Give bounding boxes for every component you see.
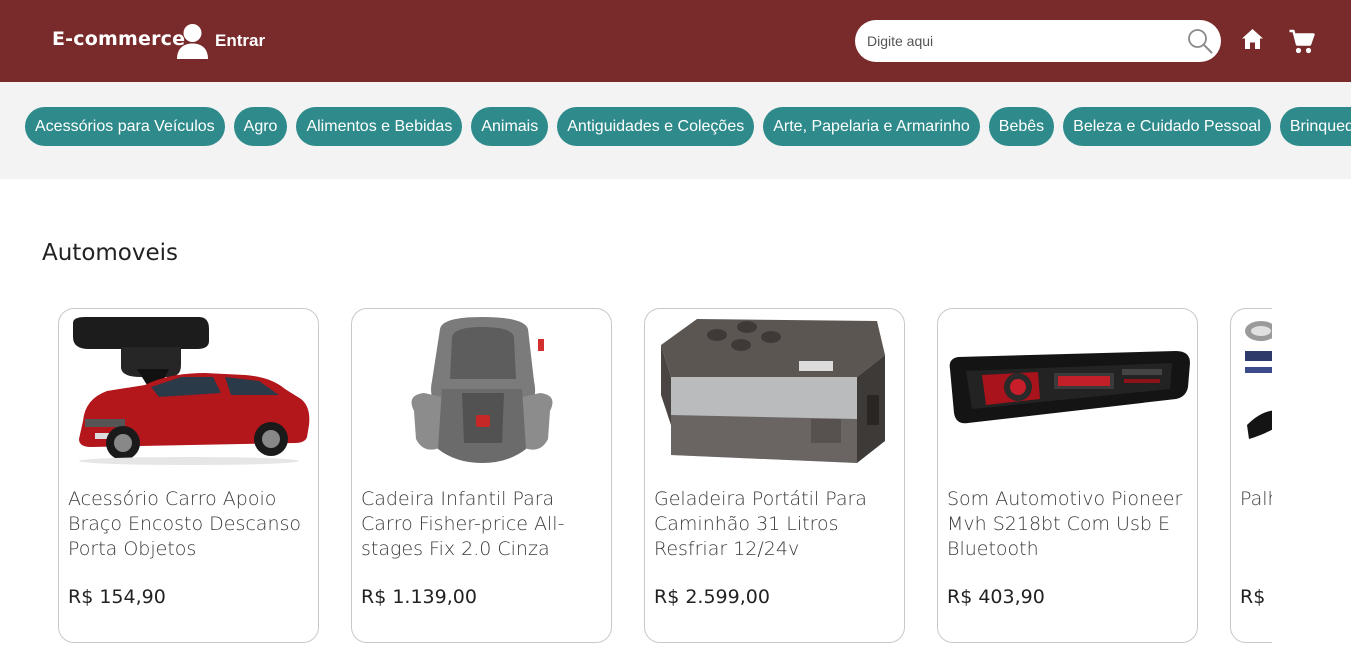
- product-carousel[interactable]: Acessório Carro Apoio Braço Encosto Desc…: [58, 308, 1272, 657]
- car-stereo-image: [949, 351, 1190, 424]
- product-price: R$ 1.139,00: [361, 586, 477, 608]
- category-chip-antiguidades[interactable]: Antiguidades e Coleções: [557, 107, 755, 146]
- category-chip-veiculos[interactable]: Acessórios para Veículos: [25, 107, 225, 146]
- category-chip-brinquedos[interactable]: Brinquedos e Hobbies: [1279, 107, 1351, 146]
- child-car-seat-image: [411, 317, 553, 463]
- category-chip-agro[interactable]: Agro: [233, 107, 288, 146]
- product-title: Cadeira Infantil Para Carro Fisher-price…: [361, 488, 565, 560]
- portable-fridge-image: [661, 319, 885, 463]
- section-title: Automoveis: [42, 240, 179, 266]
- category-chip-alimentos[interactable]: Alimentos e Bebidas: [296, 107, 463, 146]
- category-chip-beleza[interactable]: Beleza e Cuidado Pessoal: [1063, 107, 1271, 146]
- category-bar: Acessórios para Veículos Agro Alimentos …: [0, 82, 1351, 179]
- product-title: Acessório Carro Apoio Braço Encosto Desc…: [68, 488, 302, 560]
- wiper-blade-image: [1245, 321, 1272, 439]
- product-price: R$ 403,90: [947, 586, 1045, 608]
- category-chip-arte[interactable]: Arte, Papelaria e Armarinho: [763, 107, 980, 146]
- product-card[interactable]: Acessório Carro Apoio Braço Encosto Desc…: [58, 308, 319, 643]
- login-label: Entrar: [215, 31, 266, 50]
- brand-logo-text[interactable]: E-commerce: [52, 28, 185, 50]
- product-card[interactable]: Cadeira Infantil Para Carro Fisher-price…: [351, 308, 612, 643]
- search-icon[interactable]: [1187, 28, 1213, 54]
- car-armrest-image: [73, 317, 310, 465]
- search-input[interactable]: [865, 20, 1183, 62]
- product-card[interactable]: Palh Para Aer R$ 7: [1230, 308, 1272, 643]
- cart-icon[interactable]: [1289, 29, 1315, 54]
- product-title: Som Automotivo Pioneer Mvh S218bt Com Us…: [947, 488, 1183, 560]
- product-title: Geladeira Portátil Para Caminhão 31 Litr…: [654, 488, 867, 560]
- product-title: Palh Para Aer: [1240, 488, 1272, 510]
- login-link[interactable]: Entrar: [176, 22, 265, 60]
- product-card[interactable]: Som Automotivo Pioneer Mvh S218bt Com Us…: [937, 308, 1198, 643]
- home-icon[interactable]: [1241, 28, 1264, 50]
- search-box: [855, 20, 1221, 62]
- product-price: R$ 154,90: [68, 586, 166, 608]
- category-chip-list: Acessórios para Veículos Agro Alimentos …: [25, 107, 1351, 146]
- category-chip-animais[interactable]: Animais: [471, 107, 549, 146]
- product-track: Acessório Carro Apoio Braço Encosto Desc…: [58, 308, 1272, 643]
- product-price: R$ 2.599,00: [654, 586, 770, 608]
- product-price: R$ 7: [1240, 586, 1272, 608]
- product-card[interactable]: Geladeira Portátil Para Caminhão 31 Litr…: [644, 308, 905, 643]
- user-icon: [177, 24, 208, 59]
- category-chip-bebes[interactable]: Bebês: [988, 107, 1055, 146]
- top-header: E-commerce Entrar: [0, 0, 1351, 82]
